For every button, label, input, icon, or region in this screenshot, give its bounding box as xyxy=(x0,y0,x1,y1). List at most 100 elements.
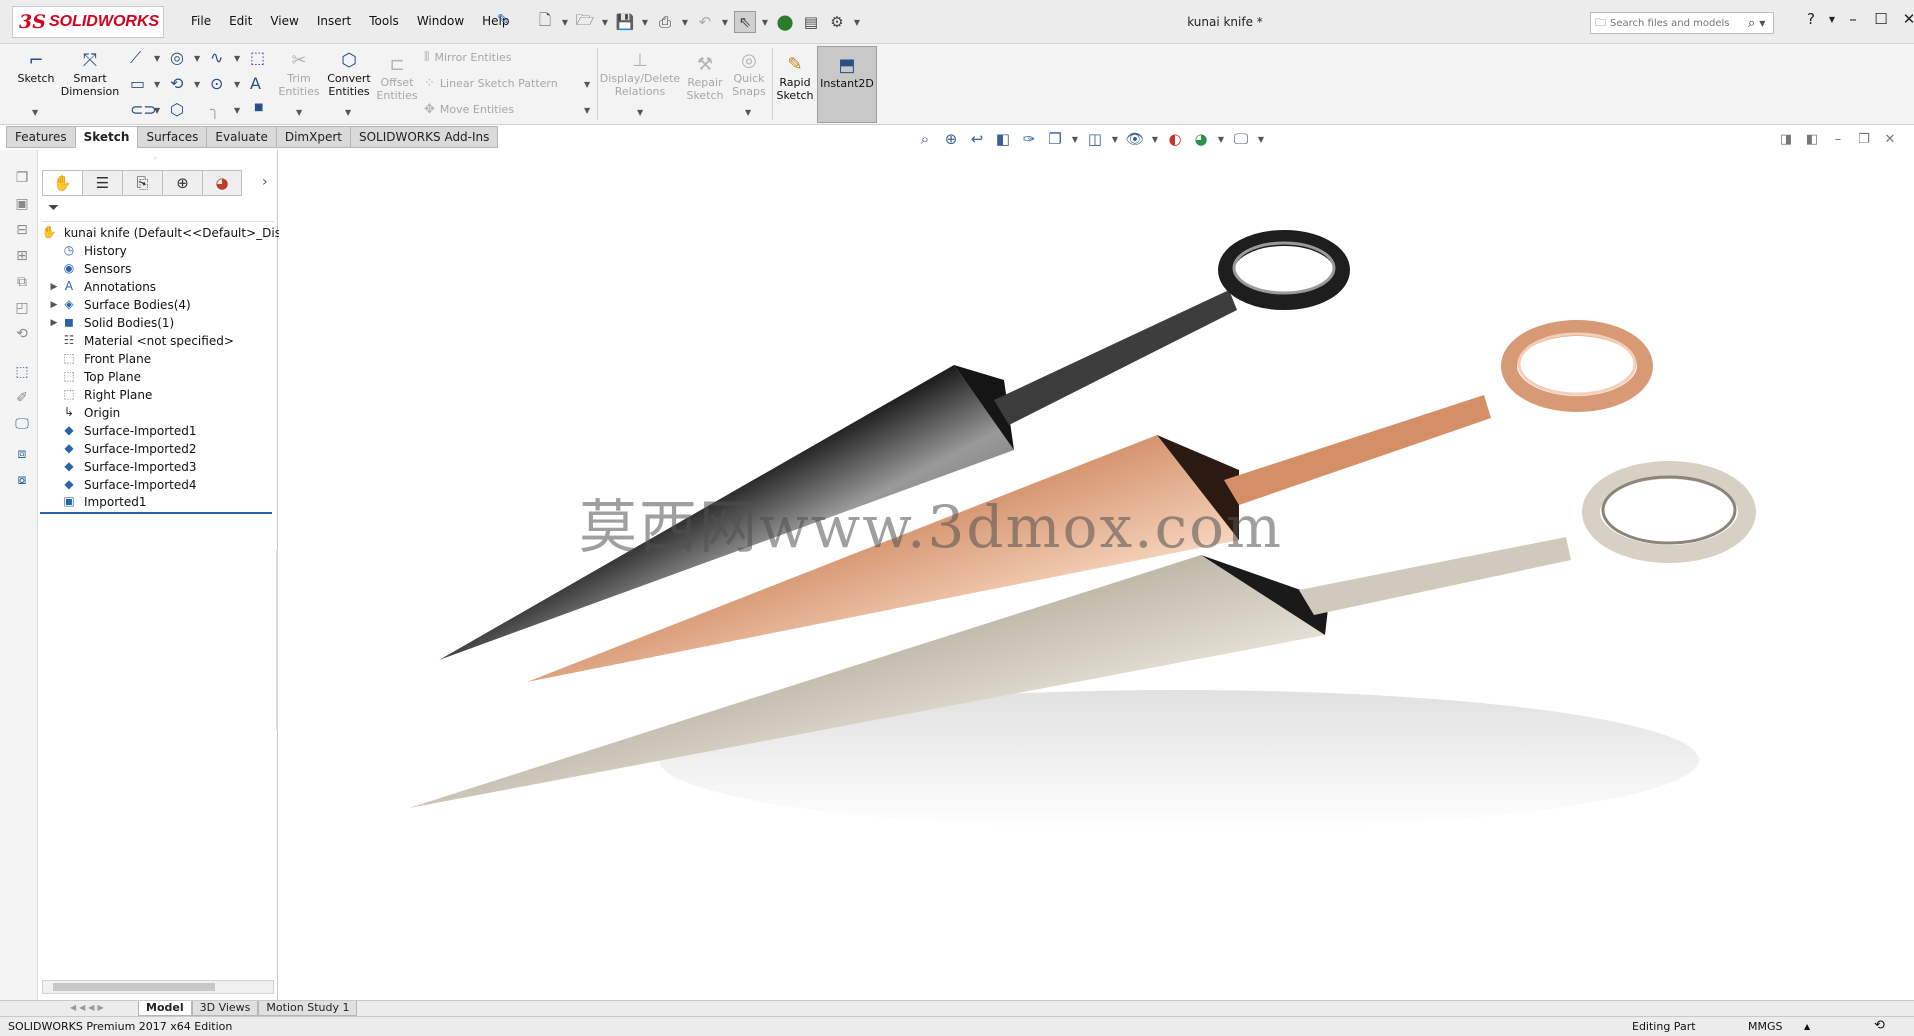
paste-icon[interactable]: ▣ xyxy=(12,196,32,216)
collapse-left-icon[interactable]: ◨ xyxy=(1778,132,1794,147)
move-entities-button[interactable]: ✥ Move Entities xyxy=(424,102,514,117)
edit-appearance-icon[interactable]: ◐ xyxy=(1165,130,1185,148)
move-dropdown-icon[interactable]: ▼ xyxy=(584,106,590,115)
section-view-icon[interactable]: ◧ xyxy=(993,130,1013,148)
tree-horizontal-scrollbar[interactable] xyxy=(42,980,274,994)
menu-view[interactable]: View xyxy=(261,14,307,28)
line-dropdown-icon[interactable]: ▼ xyxy=(154,54,160,63)
tab-evaluate[interactable]: Evaluate xyxy=(206,126,276,148)
search-dropdown-icon[interactable]: ▼ xyxy=(1759,19,1765,28)
help-icon[interactable]: ? xyxy=(1800,10,1822,28)
stack-icon[interactable]: ⧉ xyxy=(12,274,32,294)
rebuild-icon[interactable]: ⬤ xyxy=(774,11,796,33)
tab-3d-views[interactable]: 3D Views xyxy=(191,1001,259,1016)
print-dropdown-icon[interactable]: ▼ xyxy=(680,18,690,27)
configuration-icon[interactable]: ⧇ xyxy=(12,472,32,492)
graphics-area[interactable]: 莫西网www.3dmox.com xyxy=(279,150,1914,1000)
construction-geometry-icon[interactable]: ⬚ xyxy=(250,48,265,67)
collapse-right-icon[interactable]: ◧ xyxy=(1804,132,1820,147)
ellipse-icon[interactable]: ⊙ xyxy=(210,74,223,93)
display-icon[interactable]: 🖵 xyxy=(12,416,32,436)
panel-grip-icon[interactable]: ◦ xyxy=(153,154,158,163)
print-icon[interactable]: ⎙ xyxy=(654,11,676,33)
mirror-entities-button[interactable]: ⫴ Mirror Entities xyxy=(424,50,512,65)
undo-icon[interactable]: ↶ xyxy=(694,11,716,33)
maximize-icon[interactable]: ☐ xyxy=(1870,10,1892,28)
configurationmanager-tab-icon[interactable]: ⎘ xyxy=(122,170,162,196)
tab-surfaces[interactable]: Surfaces xyxy=(137,126,207,148)
slot-dropdown-icon[interactable]: ▼ xyxy=(154,106,160,115)
view-settings-icon[interactable]: 🖵 xyxy=(1231,130,1251,148)
arc-icon[interactable]: ⟲ xyxy=(170,74,183,93)
edit-body-icon[interactable]: ⊞ xyxy=(12,248,32,268)
expand-icon[interactable]: ▶ xyxy=(48,318,60,328)
arc-dropdown-icon[interactable]: ▼ xyxy=(194,80,200,89)
options-dropdown-icon[interactable]: ▼ xyxy=(852,18,862,27)
fillet-dropdown-icon[interactable]: ▼ xyxy=(234,106,240,115)
expand-icon[interactable]: ▶ xyxy=(48,282,60,292)
unit-system-selector[interactable]: MMGS xyxy=(1748,1020,1783,1033)
selection-filter-icon[interactable]: ⬚ xyxy=(12,364,32,384)
apply-scene-icon[interactable]: ◕ xyxy=(1191,130,1211,148)
tab-motion-study-1[interactable]: Motion Study 1 xyxy=(258,1001,358,1016)
expand-icon[interactable]: ▶ xyxy=(48,300,60,310)
menu-window[interactable]: Window xyxy=(408,14,473,28)
polygon-icon[interactable]: ⬡ xyxy=(170,100,184,119)
spline-icon[interactable]: ∿ xyxy=(210,48,223,67)
tree-item-imported1[interactable]: ▣ Imported1 xyxy=(40,492,272,514)
scrollbar-thumb[interactable] xyxy=(53,983,215,991)
open-folder-icon[interactable]: 🗁 xyxy=(574,11,596,33)
zoom-to-fit-icon[interactable]: ⌕ xyxy=(915,130,935,148)
body-icon[interactable]: ⊟ xyxy=(12,222,32,242)
view-orientation-icon[interactable]: ❐ xyxy=(1045,130,1065,148)
hide-show-dropdown-icon[interactable]: ▼ xyxy=(1151,135,1159,144)
tab-solidworks-add-ins[interactable]: SOLIDWORKS Add-Ins xyxy=(349,126,499,148)
rectangle-dropdown-icon[interactable]: ▼ xyxy=(154,80,160,89)
save-icon[interactable]: 💾 xyxy=(614,11,636,33)
new-dropdown-icon[interactable]: ▼ xyxy=(560,18,570,27)
menu-file[interactable]: File xyxy=(182,14,220,28)
propertymanager-tab-icon[interactable]: ☰ xyxy=(82,170,122,196)
linear-sketch-pattern-button[interactable]: ⁘ Linear Sketch Pattern xyxy=(424,76,558,91)
fillet-icon[interactable]: ╮ xyxy=(210,100,220,119)
save-dropdown-icon[interactable]: ▼ xyxy=(640,18,650,27)
viewport-restore-icon[interactable]: ❐ xyxy=(1856,132,1872,147)
offset-entities-button[interactable]: ⊏ Offset Entities xyxy=(374,52,420,102)
slot-icon[interactable]: ⊂⊃ xyxy=(130,100,157,119)
menu-help[interactable]: Help xyxy=(473,14,518,28)
spline-dropdown-icon[interactable]: ▼ xyxy=(234,54,240,63)
pin-menu-icon[interactable]: ✎ xyxy=(497,12,509,28)
search-icon[interactable]: ⌕ xyxy=(1748,16,1755,31)
point-icon[interactable]: ■ xyxy=(254,102,263,113)
kunai-knife-model[interactable] xyxy=(279,150,1914,1000)
snaps-dropdown-icon[interactable]: ▼ xyxy=(745,108,751,117)
tabs-next-icon[interactable]: › xyxy=(262,174,268,190)
options-gear-icon[interactable]: ⚙ xyxy=(826,11,848,33)
dimxpertmanager-tab-icon[interactable]: ⊕ xyxy=(162,170,202,196)
tab-dimxpert[interactable]: DimXpert xyxy=(275,126,350,148)
instant2d-button[interactable]: ⬒ Instant2D xyxy=(817,46,877,123)
zoom-to-area-icon[interactable]: ⊕ xyxy=(941,130,961,148)
repair-sketch-button[interactable]: ⚒ Repair Sketch xyxy=(684,52,726,102)
tab-sketch[interactable]: Sketch xyxy=(74,126,138,148)
line-icon[interactable]: ⟋ xyxy=(130,48,141,68)
new-document-icon[interactable]: 🗋 xyxy=(534,11,556,33)
view-settings-dropdown-icon[interactable]: ▼ xyxy=(1257,135,1265,144)
circle-dropdown-icon[interactable]: ▼ xyxy=(194,54,200,63)
sketch-button[interactable]: ⌐ Sketch xyxy=(16,48,56,85)
rebuild-status-icon[interactable]: ⟲ xyxy=(1874,1018,1885,1033)
text-icon[interactable]: A xyxy=(250,74,261,93)
viewport-minimize-icon[interactable]: – xyxy=(1830,132,1846,147)
ellipse-dropdown-icon[interactable]: ▼ xyxy=(234,80,240,89)
open-dropdown-icon[interactable]: ▼ xyxy=(600,18,610,27)
scene-dropdown-icon[interactable]: ▼ xyxy=(1217,135,1225,144)
units-dropdown-icon[interactable]: ▲ xyxy=(1804,1022,1810,1031)
file-properties-icon[interactable]: ▤ xyxy=(800,11,822,33)
menu-tools[interactable]: Tools xyxy=(360,14,408,28)
trim-dropdown-icon[interactable]: ▼ xyxy=(296,108,302,117)
smart-dimension-button[interactable]: ⤧ Smart Dimension xyxy=(60,48,120,98)
tab-model[interactable]: Model xyxy=(138,1001,192,1016)
display-delete-relations-button[interactable]: ⊥ Display/Delete Relations xyxy=(600,48,680,98)
quick-snaps-button[interactable]: ◎ Quick Snaps xyxy=(728,48,770,98)
rebuild-body-icon[interactable]: ⟲ xyxy=(12,326,32,346)
